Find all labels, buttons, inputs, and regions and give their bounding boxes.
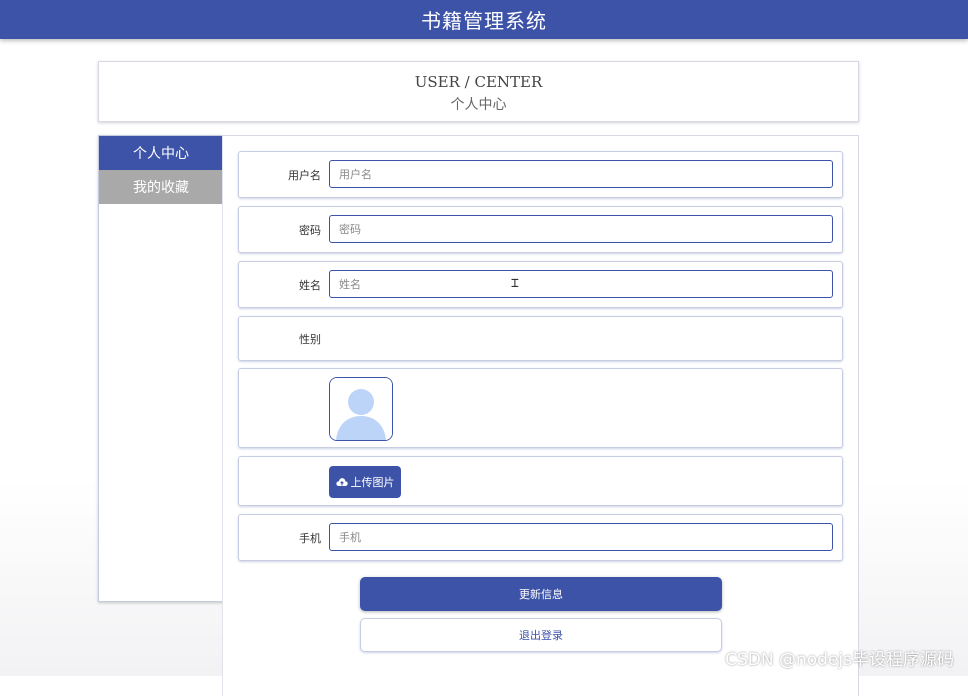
form-row-name: 姓名	[238, 261, 843, 308]
sidebar: 个人中心 我的收藏	[98, 135, 224, 602]
logout-button[interactable]: 退出登录	[360, 618, 722, 652]
form-row-gender: 性别	[238, 316, 843, 361]
form-row-username: 用户名	[238, 151, 843, 198]
page-title-cn: 个人中心	[450, 97, 507, 113]
password-label: 密码	[299, 223, 321, 237]
avatar-placeholder-icon	[330, 378, 392, 440]
username-label: 用户名	[288, 168, 321, 182]
password-input[interactable]	[329, 215, 833, 243]
text-cursor-icon: ⌶	[511, 276, 519, 291]
sidebar-item-favorites[interactable]: 我的收藏	[99, 170, 223, 204]
sidebar-item-user-center[interactable]: 个人中心	[99, 136, 223, 170]
watermark: CSDN @nodejs毕设程序源码	[725, 650, 954, 670]
form-row-phone: 手机	[238, 514, 843, 561]
form-row-password: 密码	[238, 206, 843, 253]
form-row-avatar	[238, 368, 843, 448]
app-title: 书籍管理系统	[421, 9, 547, 33]
name-input[interactable]	[329, 270, 833, 298]
upload-image-button[interactable]: 上传图片	[329, 466, 401, 498]
phone-input[interactable]	[329, 523, 833, 551]
name-label: 姓名	[299, 278, 321, 292]
cloud-upload-icon	[335, 478, 348, 486]
avatar-image[interactable]	[329, 377, 393, 441]
gender-label: 性别	[299, 332, 321, 346]
upload-image-label: 上传图片	[350, 476, 395, 489]
username-input[interactable]	[329, 160, 833, 188]
form-row-upload: 上传图片	[238, 456, 843, 506]
update-info-button[interactable]: 更新信息	[360, 577, 722, 611]
page-title-box: USER / CENTER 个人中心	[98, 61, 859, 122]
page-title-en: USER / CENTER	[414, 73, 543, 91]
phone-label: 手机	[299, 531, 321, 545]
profile-form-panel: 用户名 密码 姓名 性别 上传图片 手机	[222, 135, 859, 696]
top-header: 书籍管理系统	[0, 0, 968, 39]
